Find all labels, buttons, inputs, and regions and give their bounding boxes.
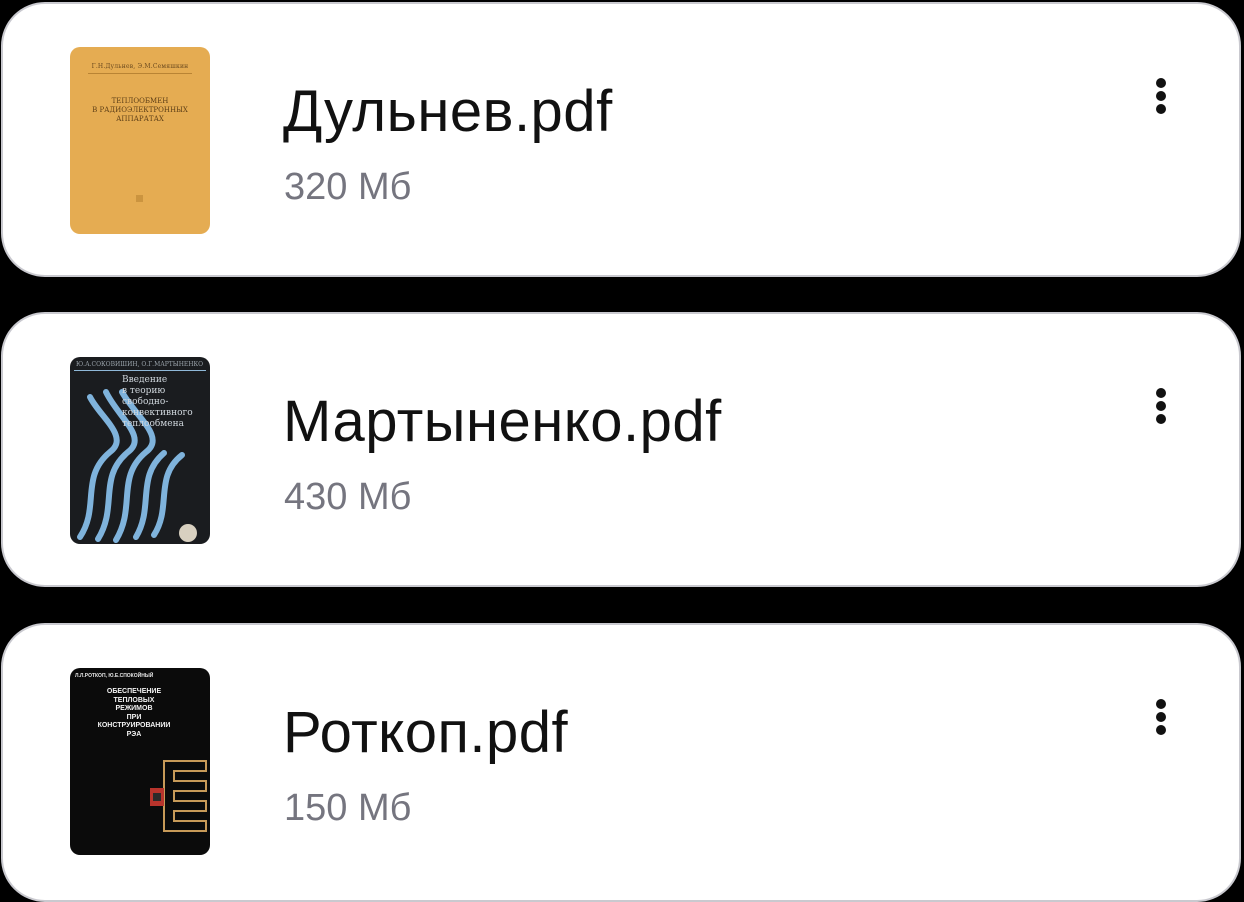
cover-title: ОБЕСПЕЧЕНИЕ ТЕПЛОВЫХ РЕЖИМОВ ПРИ КОНСТРУ… xyxy=(97,688,171,738)
cover-authors: Г.Н.Дульнев, Э.М.Семяшкин xyxy=(91,63,189,70)
cover-authors: Л.Л.РОТКОП, Ю.Е.СПОКОЙНЫЙ xyxy=(75,673,154,679)
cover-divider xyxy=(74,370,206,371)
cover-divider xyxy=(88,73,192,74)
file-size: 320 Мб xyxy=(284,166,412,208)
file-name: Дульнев.pdf xyxy=(283,79,613,144)
file-list: Г.Н.Дульнев, Э.М.Семяшкин ТЕПЛООБМЕН В Р… xyxy=(0,0,1244,902)
more-options-button[interactable] xyxy=(1143,74,1179,118)
file-card-martynenko[interactable]: Ю.А.СОКОВИШИН, О.Г.МАРТЫНЕНКО Введение в… xyxy=(1,312,1241,587)
file-size: 150 Мб xyxy=(284,787,412,829)
book-cover-rotkop: Л.Л.РОТКОП, Ю.Е.СПОКОЙНЫЙ ОБЕСПЕЧЕНИЕ ТЕ… xyxy=(70,668,210,855)
cover-publisher-mark xyxy=(136,195,143,202)
book-cover-thumbnail: Л.Л.РОТКОП, Ю.Е.СПОКОЙНЫЙ ОБЕСПЕЧЕНИЕ ТЕ… xyxy=(70,668,210,855)
publisher-logo xyxy=(179,524,197,542)
file-name: Мартыненко.pdf xyxy=(283,389,722,454)
book-cover-thumbnail: Г.Н.Дульнев, Э.М.Семяшкин ТЕПЛООБМЕН В Р… xyxy=(70,47,210,234)
cover-authors: Ю.А.СОКОВИШИН, О.Г.МАРТЫНЕНКО xyxy=(76,361,204,368)
more-options-button[interactable] xyxy=(1143,384,1179,428)
file-size: 430 Мб xyxy=(284,476,412,518)
book-cover-martynenko: Ю.А.СОКОВИШИН, О.Г.МАРТЫНЕНКО Введение в… xyxy=(70,357,210,544)
cover-title: ТЕПЛООБМЕН В РАДИОЭЛЕКТРОННЫХ АППАРАТАХ xyxy=(92,97,188,123)
file-card-rotkop[interactable]: Л.Л.РОТКОП, Ю.Е.СПОКОЙНЫЙ ОБЕСПЕЧЕНИЕ ТЕ… xyxy=(1,623,1241,902)
book-cover-dulnev: Г.Н.Дульнев, Э.М.Семяшкин ТЕПЛООБМЕН В Р… xyxy=(70,47,210,234)
book-cover-thumbnail: Ю.А.СОКОВИШИН, О.Г.МАРТЫНЕНКО Введение в… xyxy=(70,357,210,544)
cover-title: Введение в теорию свободно- конвективног… xyxy=(122,375,193,429)
file-name: Роткоп.pdf xyxy=(283,700,569,765)
file-card-dulnev[interactable]: Г.Н.Дульнев, Э.М.Семяшкин ТЕПЛООБМЕН В Р… xyxy=(1,2,1241,277)
more-options-button[interactable] xyxy=(1143,695,1179,739)
